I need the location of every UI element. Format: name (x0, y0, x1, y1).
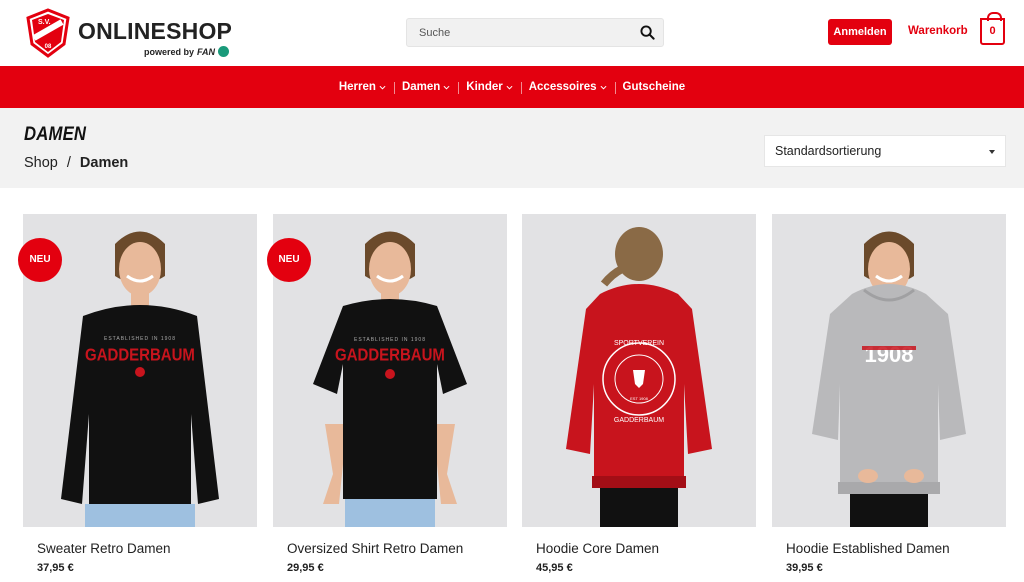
print-text: ESTABLISHED IN 1908 (354, 337, 426, 343)
nav-label: Kinder (466, 81, 503, 93)
print-text: GADDERBAUM (85, 344, 195, 365)
product-card[interactable]: SPORTVEREIN GADDERBAUM EST 1908 Hoodie C… (522, 214, 756, 574)
brand-subtitle: powered by FAN (144, 46, 230, 57)
product-name[interactable]: Oversized Shirt Retro Damen (287, 541, 463, 556)
model-hoodie-photo: 1908 (772, 214, 1006, 527)
nav-item-accessoires[interactable]: Accessoires (520, 81, 615, 94)
product-card[interactable]: 1908 Hoodie Established Damen 39,95 € (772, 214, 1006, 574)
chevron-down-icon (506, 85, 513, 90)
product-image[interactable]: 1908 (772, 214, 1006, 527)
nav-item-kinder[interactable]: Kinder (458, 81, 520, 94)
product-name[interactable]: Hoodie Core Damen (536, 541, 659, 556)
product-price: 39,95 € (786, 562, 823, 574)
dropdown-caret-icon (989, 150, 995, 154)
brand: ONLINESHOP (78, 18, 233, 44)
product-name[interactable]: Hoodie Established Damen (786, 541, 950, 556)
fan-logo-icon (218, 46, 230, 57)
cart-link[interactable]: Warenkorb (908, 25, 968, 37)
club-crest-icon: S.V. 08 (26, 8, 70, 58)
site-logo[interactable]: S.V. 08 (24, 8, 72, 58)
nav-label: Damen (401, 81, 441, 93)
chevron-down-icon (600, 85, 606, 90)
product-image[interactable]: SPORTVEREIN GADDERBAUM EST 1908 (522, 214, 756, 527)
print-text: ESTABLISHED IN 1908 (104, 336, 176, 342)
main-navigation: Herren Damen Kinder Accessoires Gutschei… (0, 66, 1024, 108)
new-badge: NEU (267, 238, 311, 282)
print-text: GADDERBAUM (335, 344, 445, 365)
print-text: 1908 (865, 342, 914, 367)
print-text: SPORTVEREIN (614, 340, 664, 347)
print-text: GADDERBAUM (614, 417, 664, 424)
brand-sub-prefix: powered by (144, 46, 195, 57)
login-button[interactable]: Anmelden (828, 19, 892, 45)
model-hoodie-back-photo: SPORTVEREIN GADDERBAUM EST 1908 (522, 214, 756, 527)
cart-count-badge[interactable]: 0 (980, 12, 1005, 45)
chevron-down-icon (443, 85, 450, 90)
product-price: 29,95 € (287, 562, 324, 574)
search-bar (406, 18, 664, 47)
nav-item-gutscheine[interactable]: Gutscheine (614, 81, 694, 94)
brand-title: ONLINESHOP (78, 18, 233, 44)
print-text: EST 1908 (630, 396, 648, 401)
sort-selected-value: Standardsortierung (775, 144, 882, 158)
breadcrumb-shop[interactable]: Shop (24, 155, 58, 171)
nav-label: Herren (338, 81, 376, 93)
site-header: S.V. 08 ONLINESHOP powered by FAN Anmeld… (0, 0, 1024, 66)
breadcrumb-separator: / (66, 155, 71, 171)
chevron-down-icon (379, 85, 386, 90)
nav-item-damen[interactable]: Damen (393, 81, 458, 94)
brand-sub-fan: FAN (197, 46, 216, 57)
svg-text:S.V.: S.V. (38, 19, 51, 26)
product-name[interactable]: Sweater Retro Damen (37, 541, 171, 556)
nav-label: Gutscheine (622, 81, 686, 93)
breadcrumb: Shop / Damen (24, 155, 128, 171)
product-price: 37,95 € (37, 562, 74, 574)
nav-label: Accessoires (528, 81, 597, 93)
svg-text:08: 08 (45, 44, 52, 50)
product-price: 45,95 € (536, 562, 573, 574)
page-title: DAMEN (24, 124, 87, 145)
new-badge: NEU (18, 238, 62, 282)
search-icon[interactable] (640, 25, 655, 40)
nav-item-herren[interactable]: Herren (331, 81, 394, 93)
breadcrumb-current: Damen (79, 155, 129, 171)
sort-select[interactable]: Standardsortierung (764, 135, 1006, 167)
search-input[interactable] (407, 19, 637, 46)
